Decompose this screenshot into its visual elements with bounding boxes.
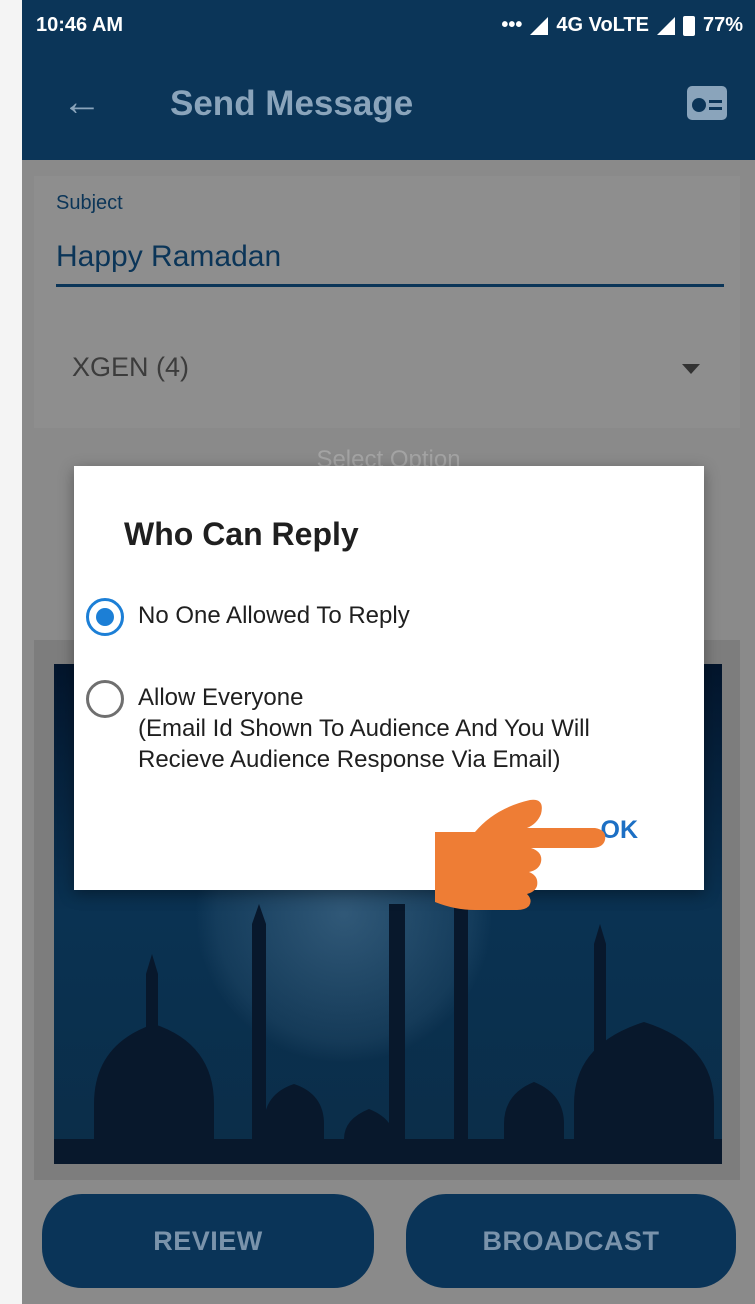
- status-right: ••• 4G VoLTE 77%: [501, 14, 743, 37]
- subject-label: Subject: [56, 192, 123, 214]
- radio-allow-everyone[interactable]: [86, 680, 124, 718]
- activity-dots-icon: •••: [501, 14, 523, 36]
- option-allow-everyone-detail-1: (Email Id Shown To Audience And You Will: [138, 715, 590, 742]
- battery-icon: [682, 15, 695, 36]
- battery-level: 77%: [702, 14, 743, 36]
- option-allow-everyone[interactable]: Allow Everyone (Email Id Shown To Audien…: [86, 680, 590, 775]
- message-form: Subject Happy Ramadan XGEN (4): [34, 176, 740, 428]
- back-arrow-icon[interactable]: ←: [62, 80, 102, 125]
- signal-icon: [530, 16, 549, 35]
- broadcast-button[interactable]: BROADCAST: [406, 1194, 736, 1288]
- option-allow-everyone-label: Allow Everyone: [138, 684, 304, 711]
- subject-input[interactable]: Happy Ramadan: [56, 240, 281, 274]
- review-button[interactable]: REVIEW: [42, 1194, 374, 1288]
- dialog-title: Who Can Reply: [124, 516, 359, 552]
- page-title: Send Message: [170, 84, 414, 123]
- option-allow-everyone-detail-2: Recieve Audience Response Via Email): [138, 746, 561, 773]
- mosque-silhouette: [54, 904, 722, 1164]
- option-no-one[interactable]: No One Allowed To Reply: [86, 598, 410, 636]
- left-margin: [0, 0, 22, 1304]
- network-type: 4G VoLTE: [556, 14, 649, 36]
- option-allow-everyone-text: Allow Everyone (Email Id Shown To Audien…: [138, 680, 590, 775]
- phone-screen: 10:46 AM ••• 4G VoLTE 77% ← Send Message…: [22, 0, 755, 1304]
- status-time: 10:46 AM: [36, 14, 124, 36]
- app-bar: ← Send Message: [22, 50, 755, 160]
- radio-icon[interactable]: [687, 86, 727, 120]
- signal-2-icon: [656, 16, 675, 35]
- pointing-hand-icon: [435, 799, 606, 910]
- status-bar: 10:46 AM ••• 4G VoLTE 77%: [22, 0, 755, 50]
- dropdown-arrow-icon[interactable]: [682, 364, 700, 374]
- group-select[interactable]: XGEN (4): [72, 352, 189, 383]
- subject-underline: [56, 284, 724, 287]
- option-no-one-label: No One Allowed To Reply: [138, 602, 410, 629]
- radio-no-one[interactable]: [86, 598, 124, 636]
